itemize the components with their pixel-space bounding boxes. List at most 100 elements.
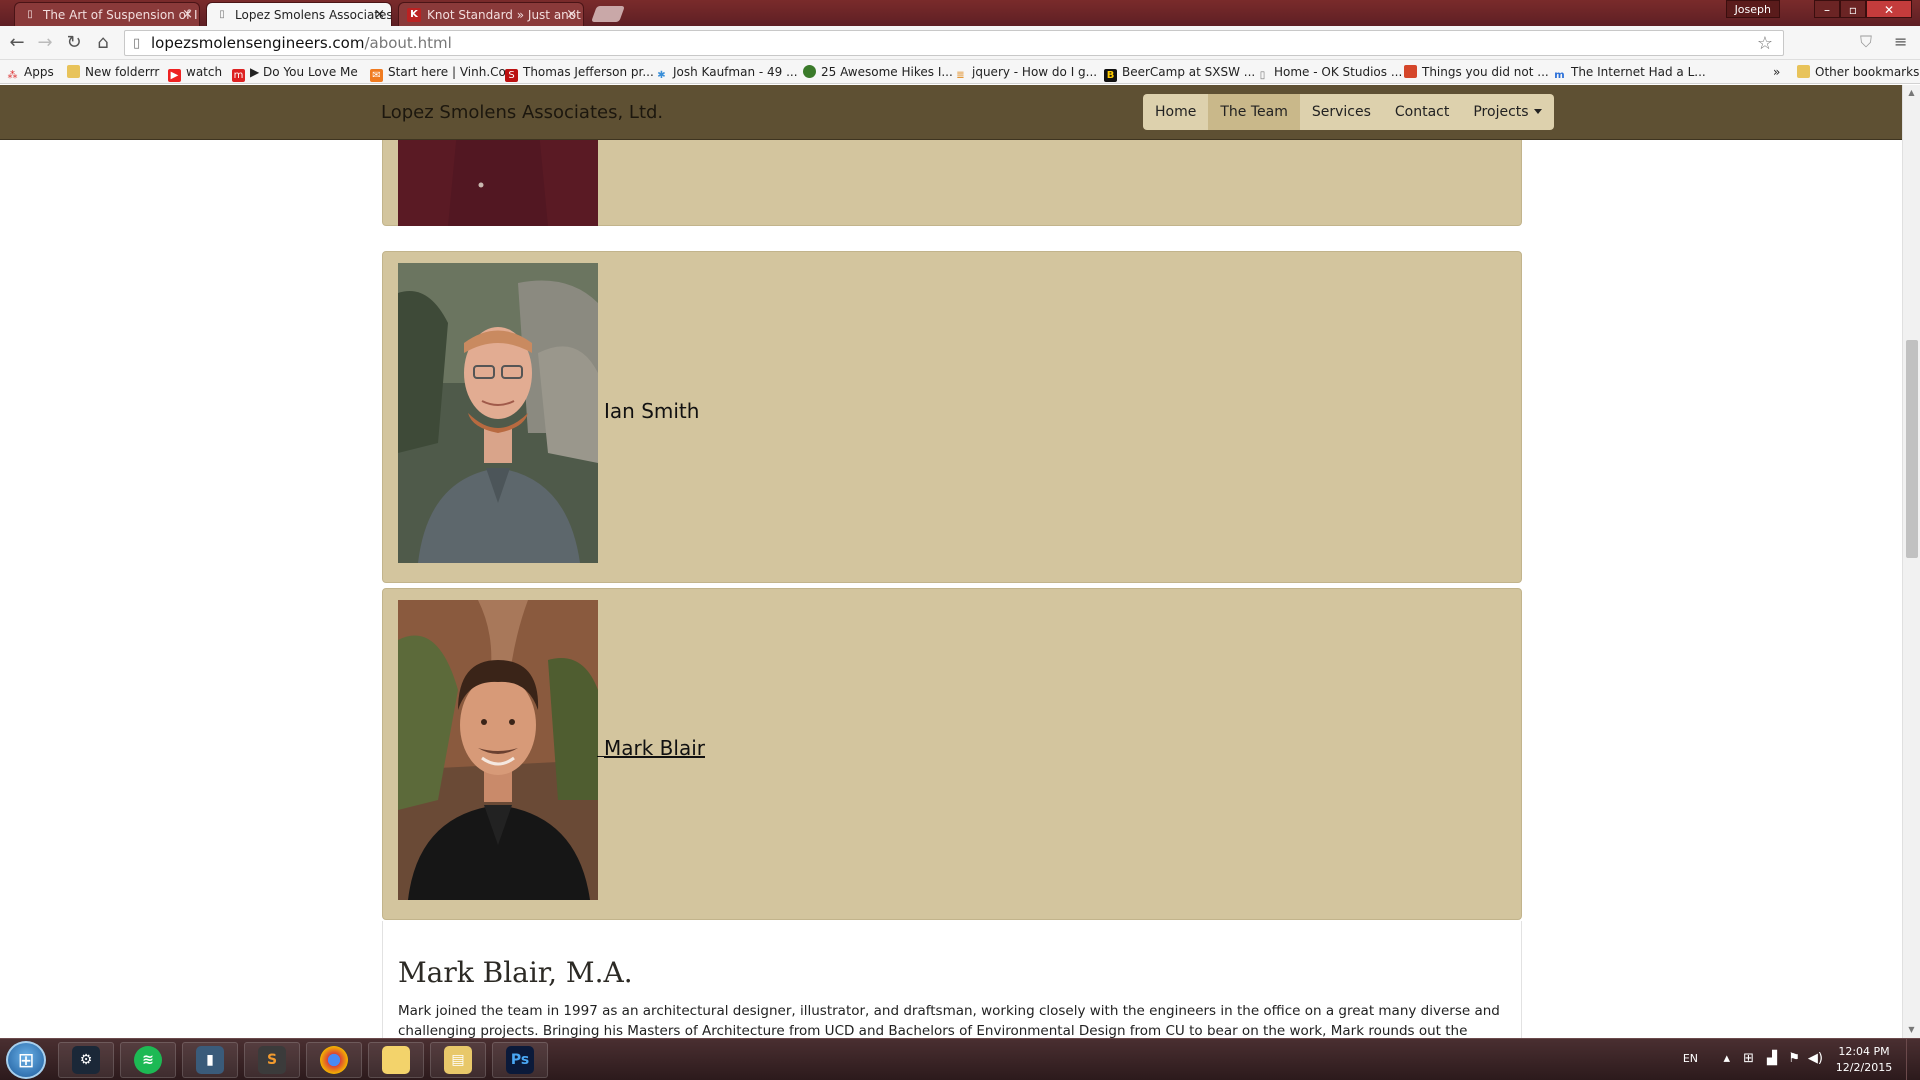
bookmarks-bar: ⁂ Apps New folderrr ▶ watch m ▶ Do You Love… — [0, 60, 1920, 84]
reload-icon[interactable]: ↻ — [63, 32, 85, 54]
start-button[interactable] — [6, 1041, 46, 1079]
mark-blair-photo[interactable] — [398, 600, 598, 900]
page-icon: ▯ — [27, 9, 33, 20]
site-brand[interactable]: Lopez Smolens Associates, Ltd. — [381, 85, 663, 140]
bookmark-item[interactable]: ✉ Start here | Vinh.Co — [370, 60, 506, 84]
tab-title: Knot Standard » Just anot — [427, 8, 581, 22]
shield-icon[interactable]: ⛉ — [1860, 32, 1872, 52]
volume-icon[interactable]: ◀) — [1808, 1051, 1823, 1066]
clock[interactable]: 12:04 PM 12/2/2015 — [1834, 1044, 1894, 1076]
bio-heading: Mark Blair, M.A. — [398, 956, 633, 989]
taskbar-photoshop[interactable]: Ps — [492, 1042, 548, 1078]
bookmark-item[interactable]: S Thomas Jefferson pr... — [505, 60, 654, 84]
forward-icon[interactable]: → — [34, 32, 56, 54]
scroll-thumb[interactable] — [1906, 340, 1918, 558]
scroll-up-icon[interactable]: ▲ — [1903, 85, 1920, 101]
close-tab-icon[interactable]: × — [182, 3, 193, 26]
home-icon[interactable]: ⌂ — [92, 32, 114, 54]
page-content: Ian Smith Mark Blair Mark Blair, M.A. Ma… — [0, 140, 1902, 1038]
language-indicator[interactable]: EN — [1683, 1052, 1698, 1065]
team-card — [382, 140, 1522, 226]
explorer-icon: ▤ — [444, 1046, 472, 1074]
bookmark-item[interactable]: B BeerCamp at SXSW ... — [1104, 60, 1255, 84]
site-navbar: Lopez Smolens Associates, Ltd. Home The … — [0, 85, 1902, 140]
bookmark-item[interactable]: ▶ watch — [168, 60, 222, 84]
m-icon: m — [232, 69, 245, 82]
things-icon — [1404, 65, 1417, 78]
clock-time: 12:04 PM — [1838, 1045, 1890, 1058]
mark-blair-link[interactable]: Mark Blair — [597, 736, 705, 760]
browser-tab-1[interactable]: ▯ The Art of Suspension of I × — [14, 2, 200, 26]
maximize-icon[interactable]: ▫ — [1840, 0, 1866, 18]
s-icon: S — [505, 69, 518, 82]
team-card-ian-smith: Ian Smith — [382, 251, 1522, 583]
back-icon[interactable]: ← — [6, 32, 28, 54]
other-bookmarks[interactable]: Other bookmarks — [1797, 60, 1919, 84]
nav-the-team[interactable]: The Team — [1208, 94, 1300, 130]
tab-title: The Art of Suspension of I — [43, 8, 198, 22]
taskbar-app[interactable]: ▮ — [182, 1042, 238, 1078]
steam-icon: ⚙ — [72, 1046, 100, 1074]
windows-flag-icon[interactable]: ⊞ — [1743, 1051, 1754, 1066]
bookmark-item[interactable]: m The Internet Had a L... — [1553, 60, 1705, 84]
bio-panel: Mark Blair, M.A. Mark joined the team in… — [382, 921, 1522, 1038]
bookmark-item[interactable]: Things you did not ... — [1404, 60, 1549, 84]
nav-contact[interactable]: Contact — [1383, 94, 1461, 130]
caret-down-icon — [1533, 109, 1542, 114]
bookmark-item[interactable]: ✱ Josh Kaufman - 49 ... — [655, 60, 797, 84]
folder-icon — [1797, 65, 1810, 78]
youtube-icon: ▶ — [168, 69, 181, 82]
knot-standard-icon: K — [407, 8, 421, 22]
nav-home[interactable]: Home — [1143, 94, 1208, 130]
close-tab-icon[interactable]: × — [566, 3, 577, 26]
folder-icon — [382, 1046, 410, 1074]
bookmarks-overflow-button[interactable]: » — [1773, 60, 1780, 84]
bio-text: Mark joined the team in 1997 as an archi… — [398, 1003, 1500, 1038]
address-bar[interactable]: ▯ lopezsmolensengineers.com/about.html ☆ — [124, 30, 1784, 56]
bookmark-item[interactable]: ▯ Home - OK Studios ... — [1256, 60, 1403, 84]
apps-grid-icon: ⁂ — [7, 70, 18, 81]
team-member-photo — [398, 140, 598, 226]
tool-icon: ▮ — [196, 1046, 224, 1074]
close-window-icon[interactable]: ✕ — [1866, 0, 1912, 18]
show-desktop-button[interactable] — [1906, 1039, 1920, 1080]
network-icon[interactable]: ▟ — [1767, 1051, 1777, 1066]
browser-tab-3[interactable]: K Knot Standard » Just anot × — [398, 2, 584, 26]
ian-smith-photo — [398, 263, 598, 563]
nav-services[interactable]: Services — [1300, 94, 1383, 130]
minimize-icon[interactable]: – — [1814, 0, 1840, 18]
nav-projects-dropdown[interactable]: Projects — [1461, 94, 1553, 130]
bookmark-apps[interactable]: ⁂ Apps — [6, 60, 54, 84]
page-icon: ▯ — [1259, 70, 1266, 81]
tray-expand-icon[interactable]: ▴ — [1723, 1051, 1730, 1066]
page-icon: ▯ — [133, 36, 141, 51]
profile-button[interactable]: Joseph — [1725, 0, 1780, 18]
page-scrollbar[interactable]: ▲ ▼ — [1902, 85, 1920, 1038]
browser-tab-2[interactable]: ▯ Lopez Smolens Associates × — [206, 2, 392, 26]
clock-date: 12/2/2015 — [1835, 1061, 1893, 1074]
taskbar-chrome[interactable] — [306, 1042, 362, 1078]
bookmark-item[interactable]: ≣ jquery - How do I g... — [954, 60, 1097, 84]
chrome-icon — [320, 1046, 348, 1074]
action-center-icon[interactable]: ⚑ — [1788, 1051, 1800, 1066]
snowflake-icon: ✱ — [657, 70, 666, 81]
bookmark-item[interactable]: New folderrr — [67, 60, 159, 84]
taskbar-steam[interactable]: ⚙ — [58, 1042, 114, 1078]
bookmark-star-icon[interactable]: ☆ — [1757, 33, 1773, 54]
scroll-down-icon[interactable]: ▼ — [1903, 1022, 1920, 1038]
taskbar-folder[interactable] — [368, 1042, 424, 1078]
taskbar-explorer[interactable]: ▤ — [430, 1042, 486, 1078]
stackoverflow-icon: ≣ — [956, 70, 965, 81]
close-tab-icon[interactable]: × — [374, 3, 385, 26]
taskbar-spotify[interactable]: ≋ — [120, 1042, 176, 1078]
tab-title: Lopez Smolens Associates — [235, 8, 392, 22]
medium-icon: m — [1554, 70, 1565, 81]
bookmark-item[interactable]: m ▶ Do You Love Me — [232, 60, 358, 84]
menu-icon[interactable]: ≡ — [1894, 32, 1907, 51]
new-tab-button[interactable] — [591, 6, 625, 22]
browser-toolbar: ← → ↻ ⌂ ▯ lopezsmolensengineers.com/abou… — [0, 26, 1920, 60]
site-nav-menu: Home The Team Services Contact Projects — [1143, 94, 1554, 130]
bookmark-item[interactable]: 25 Awesome Hikes I... — [803, 60, 953, 84]
b-icon: B — [1104, 69, 1117, 82]
taskbar-sublime[interactable]: S — [244, 1042, 300, 1078]
